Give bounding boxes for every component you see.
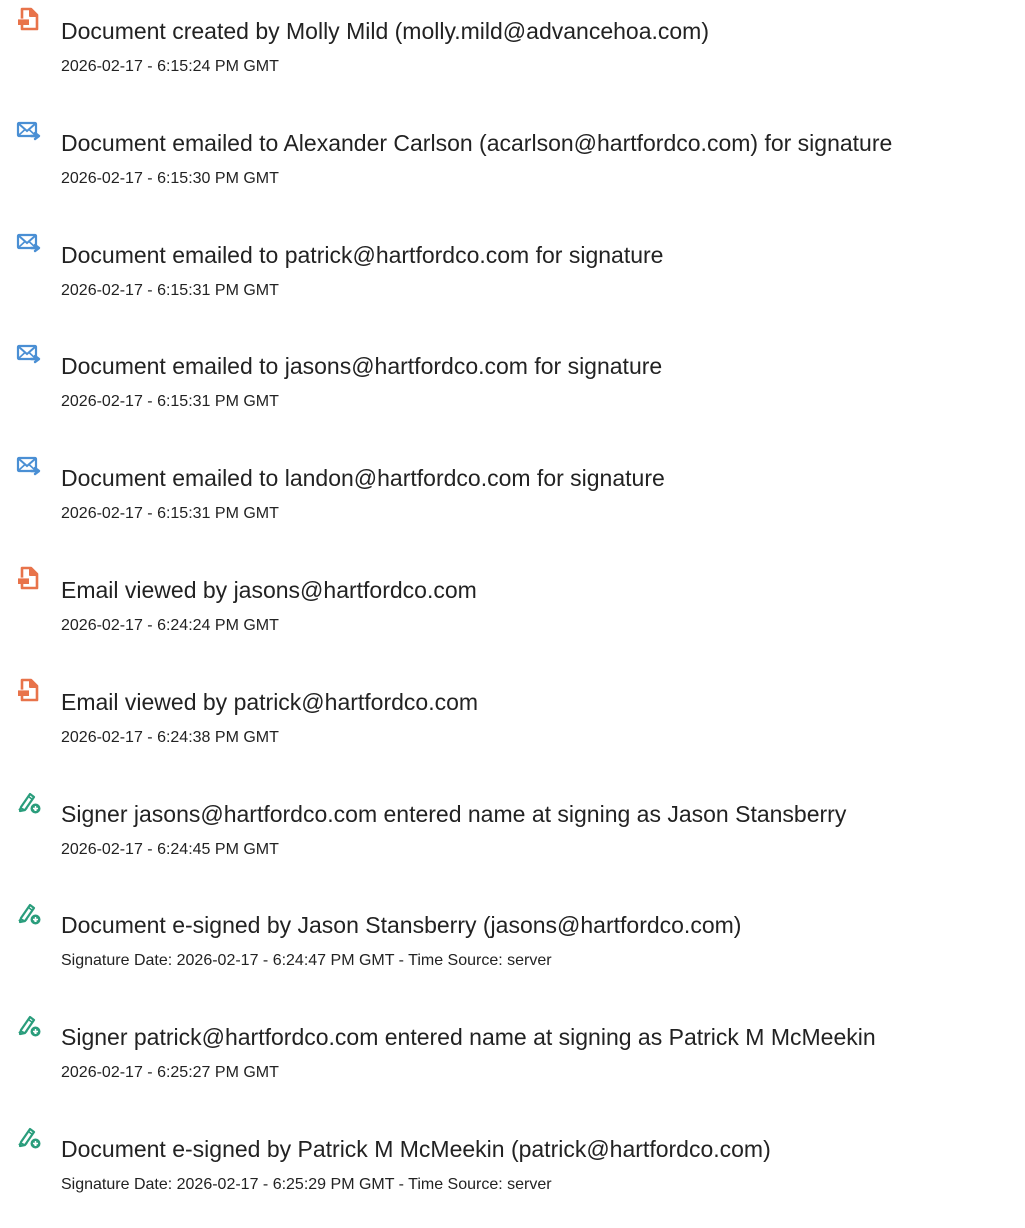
audit-event: Email viewed by jasons@hartfordco.com 20… <box>0 559 1025 639</box>
esign-pen-icon: e <box>16 1124 42 1150</box>
event-title: Document emailed to jasons@hartfordco.co… <box>61 353 663 379</box>
event-timestamp: 2026-02-17 - 6:25:27 PM GMT <box>61 1064 279 1081</box>
audit-event: Document created by Molly Mild (molly.mi… <box>0 0 1025 80</box>
event-timestamp: 2026-02-17 - 6:15:31 PM GMT <box>61 282 279 299</box>
event-timestamp: 2026-02-17 - 6:24:24 PM GMT <box>61 617 279 634</box>
audit-event: e Signer patrick@hartfordco.com entered … <box>0 1006 1025 1086</box>
document-icon <box>16 565 42 591</box>
audit-event: Document emailed to landon@hartfordco.co… <box>0 447 1025 527</box>
event-timestamp: 2026-02-17 - 6:15:31 PM GMT <box>61 505 279 522</box>
event-timestamp: 2026-02-17 - 6:15:24 PM GMT <box>61 58 279 75</box>
document-icon <box>16 6 42 32</box>
event-title: Document e-signed by Jason Stansberry (j… <box>61 912 742 938</box>
event-title: Document created by Molly Mild (molly.mi… <box>61 18 709 44</box>
event-title: Document emailed to Alexander Carlson (a… <box>61 130 893 156</box>
event-timestamp: 2026-02-17 - 6:24:45 PM GMT <box>61 841 279 858</box>
email-sent-icon <box>16 453 42 479</box>
event-timestamp: 2026-02-17 - 6:24:38 PM GMT <box>61 729 279 746</box>
audit-event: Document emailed to jasons@hartfordco.co… <box>0 335 1025 415</box>
email-sent-icon <box>16 230 42 256</box>
event-title: Document e-signed by Patrick M McMeekin … <box>61 1136 771 1162</box>
audit-event: Document emailed to Alexander Carlson (a… <box>0 112 1025 192</box>
event-timestamp: Signature Date: 2026-02-17 - 6:25:29 PM … <box>61 1176 552 1193</box>
event-title: Document emailed to patrick@hartfordco.c… <box>61 242 664 268</box>
event-title: Document emailed to landon@hartfordco.co… <box>61 465 665 491</box>
esign-pen-icon: e <box>16 789 42 815</box>
event-timestamp: Signature Date: 2026-02-17 - 6:24:47 PM … <box>61 952 552 969</box>
event-title: Email viewed by jasons@hartfordco.com <box>61 577 477 603</box>
document-icon <box>16 677 42 703</box>
event-title: Signer patrick@hartfordco.com entered na… <box>61 1024 876 1050</box>
audit-event: e Document e-signed by Jason Stansberry … <box>0 894 1025 974</box>
esign-pen-icon: e <box>16 900 42 926</box>
event-title: Signer jasons@hartfordco.com entered nam… <box>61 801 847 827</box>
event-title: Email viewed by patrick@hartfordco.com <box>61 689 479 715</box>
audit-event: e Document e-signed by Patrick M McMeeki… <box>0 1118 1025 1198</box>
audit-event: e Signer jasons@hartfordco.com entered n… <box>0 783 1025 863</box>
event-timestamp: 2026-02-17 - 6:15:31 PM GMT <box>61 393 279 410</box>
email-sent-icon <box>16 341 42 367</box>
event-timestamp: 2026-02-17 - 6:15:30 PM GMT <box>61 170 279 187</box>
audit-event: Email viewed by patrick@hartfordco.com 2… <box>0 671 1025 751</box>
esign-pen-icon: e <box>16 1012 42 1038</box>
email-sent-icon <box>16 118 42 144</box>
audit-event: Document emailed to patrick@hartfordco.c… <box>0 224 1025 304</box>
